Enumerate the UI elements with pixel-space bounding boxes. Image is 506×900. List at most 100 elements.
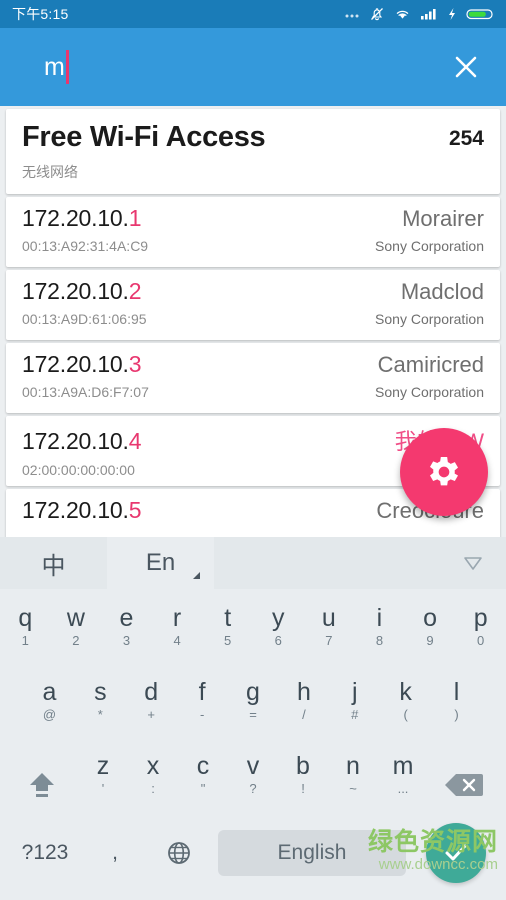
key-label: m <box>392 752 414 780</box>
key-label: u <box>321 604 336 632</box>
key-x[interactable]: x: <box>128 743 178 813</box>
device-vendor: Sony Corporation <box>375 311 484 327</box>
enter-key[interactable] <box>412 823 500 883</box>
table-row[interactable]: 172.20.10.2 Madclod 00:13:A9D:61:06:95 Sony… <box>6 270 500 340</box>
settings-fab[interactable] <box>400 428 488 516</box>
key-alt-label: ' <box>101 781 105 796</box>
wifi-icon <box>394 6 411 22</box>
device-mac: 00:13:A9D:61:06:95 <box>22 311 147 327</box>
keyboard-row-2: a @ s * d + f - g = h / j # k(l) <box>0 669 506 743</box>
key-e[interactable]: e3 <box>101 595 152 665</box>
close-icon <box>455 56 477 78</box>
key-alt-label: 5 <box>224 633 232 648</box>
collapse-keyboard-button[interactable] <box>440 537 506 589</box>
key-s[interactable]: s * <box>75 669 126 739</box>
key-label: k <box>399 678 412 706</box>
network-header-card[interactable]: Free Wi-Fi Access 254 无线网络 <box>6 109 500 194</box>
key-i[interactable]: i8 <box>354 595 405 665</box>
key-f[interactable]: f- <box>177 669 228 739</box>
key-alt-label: 2 <box>72 633 80 648</box>
key-g[interactable]: g = <box>228 669 279 739</box>
shift-arrow-icon <box>30 773 54 797</box>
key-alt-label: ( <box>403 707 408 722</box>
status-bar-clock: 下午5:15 <box>12 6 69 22</box>
key-v[interactable]: v? <box>228 743 278 813</box>
key-c[interactable]: c " <box>178 743 228 813</box>
device-mac: 02:00:00:00:00:00 <box>22 462 135 478</box>
key-u[interactable]: u7 <box>304 595 355 665</box>
gear-icon <box>430 457 458 486</box>
key-y[interactable]: y6 <box>253 595 304 665</box>
table-row[interactable]: 172.20.10.3 Camiricred 00:13:A9A:D6:F7:07 S… <box>6 343 500 413</box>
language-switch-key[interactable] <box>146 838 212 868</box>
key-label: n <box>346 752 360 780</box>
key-r[interactable]: r4 <box>152 595 203 665</box>
shift-key[interactable] <box>6 743 78 813</box>
key-d[interactable]: d + <box>126 669 177 739</box>
key-alt-label: 8 <box>375 633 384 648</box>
key-alt-label: / <box>302 707 306 722</box>
backspace-key[interactable] <box>428 743 500 813</box>
key-alt-label: 7 <box>325 633 333 648</box>
device-ip: 172.20.10.1 <box>22 205 142 232</box>
key-label: l <box>453 678 460 706</box>
key-alt-label: # <box>351 707 359 722</box>
key-t[interactable]: t5 <box>202 595 253 665</box>
key-z[interactable]: z ' <box>78 743 128 813</box>
device-ip-octet: 2 <box>128 278 142 304</box>
search-input-value: m <box>44 53 65 81</box>
key-alt-label: * <box>97 707 103 722</box>
key-alt-label: 1 <box>21 633 29 648</box>
device-ip-octet: 1 <box>128 205 142 231</box>
key-w[interactable]: w2 <box>51 595 102 665</box>
key-o[interactable]: o9 <box>405 595 456 665</box>
device-name: Camiricred <box>377 352 484 377</box>
key-j[interactable]: j # <box>329 669 380 739</box>
tab-chinese[interactable]: 中 <box>0 537 107 589</box>
key-label: q <box>18 604 33 632</box>
device-ip-prefix: 172.20.10. <box>22 351 129 377</box>
check-icon <box>445 844 467 861</box>
key-a[interactable]: a @ <box>24 669 75 739</box>
key-alt-label: ! <box>301 781 305 796</box>
keyboard-row-3: z ' x: c " v? b! n ~ m... <box>0 743 506 817</box>
key-n[interactable]: n ~ <box>328 743 378 813</box>
symbols-key[interactable]: ?123 <box>6 841 84 865</box>
device-ip-prefix: 172.20.10. <box>22 428 129 454</box>
space-key[interactable]: English <box>218 830 406 876</box>
device-name: Morairer <box>402 206 484 231</box>
key-l[interactable]: l) <box>431 669 482 739</box>
row-secondary-line: 00:13:A9D:61:06:95 Sony Corporation <box>22 311 484 327</box>
key-m[interactable]: m... <box>378 743 428 813</box>
key-label: w <box>66 604 85 632</box>
key-alt-label: ) <box>454 707 459 722</box>
key-p[interactable]: p0 <box>455 595 506 665</box>
key-alt-label: 0 <box>477 633 485 648</box>
keyboard-rows: q1w2e3r4t5y6u7i8o9p0 a @ s * d + f - g = h / j # k(l) … <box>0 589 506 889</box>
backspace-icon <box>445 774 483 796</box>
key-alt-label: : <box>151 781 155 796</box>
device-count: 254 <box>448 127 484 150</box>
close-button[interactable] <box>446 47 486 87</box>
device-ip: 172.20.10.2 <box>22 278 142 305</box>
device-ip: 172.20.10.4 <box>22 428 142 455</box>
enter-key-circle <box>426 823 486 883</box>
chevron-down-triangle-icon <box>464 557 482 570</box>
network-subtitle: 无线网络 <box>22 164 78 180</box>
tab-english[interactable]: En <box>107 537 214 589</box>
key-h[interactable]: h / <box>278 669 329 739</box>
key-alt-label: @ <box>42 707 57 722</box>
table-row[interactable]: 172.20.10.1 Morairer 00:13:A92:31:4A:C9 Son… <box>6 197 500 267</box>
search-input[interactable]: m <box>44 50 446 84</box>
more-ellipsis-icon <box>344 6 360 22</box>
key-b[interactable]: b! <box>278 743 328 813</box>
soft-keyboard: 中 En q1w2e3r4t5y6u7i8o9p0 a @ s * d + f - g = h / j #… <box>0 537 506 900</box>
key-q[interactable]: q1 <box>0 595 51 665</box>
keyboard-row-4: ?123 , English <box>0 817 506 889</box>
device-ip: 172.20.10.3 <box>22 351 142 378</box>
device-ip-octet: 5 <box>128 497 142 523</box>
comma-key[interactable]: , <box>84 841 146 865</box>
tab-chinese-label: 中 <box>41 552 66 580</box>
device-ip-octet: 3 <box>128 351 142 377</box>
key-k[interactable]: k( <box>380 669 431 739</box>
